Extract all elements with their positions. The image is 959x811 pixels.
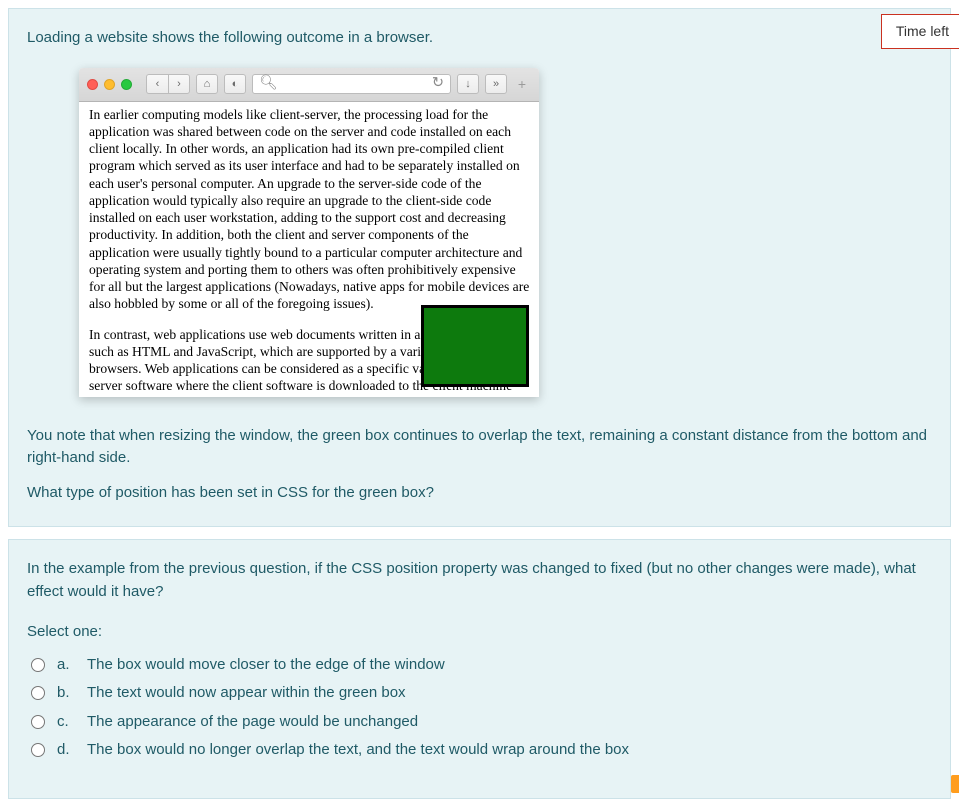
radio-c[interactable] <box>31 715 45 729</box>
browser-titlebar: ‹ › ⌂ ◐ 🔍︎ ↻ ↓ » + <box>79 68 539 102</box>
radio-d[interactable] <box>31 743 45 757</box>
select-one-label: Select one: <box>27 621 932 644</box>
home-icon: ⌂ <box>196 74 218 94</box>
answer-list: a. The box would move closer to the edge… <box>27 654 932 762</box>
question-1-intro: Loading a website shows the following ou… <box>27 27 932 50</box>
option-text: The box would no longer overlap the text… <box>87 739 629 762</box>
browser-mock: ‹ › ⌂ ◐ 🔍︎ ↻ ↓ » + In earlier computing … <box>79 68 539 397</box>
url-bar: 🔍︎ ↻ <box>252 74 451 94</box>
question-2-panel: In the example from the previous questio… <box>8 539 951 799</box>
option-letter: c. <box>57 711 75 734</box>
minimize-icon <box>104 79 115 90</box>
question-1-note-1: You note that when resizing the window, … <box>27 425 932 470</box>
question-1-panel: Loading a website shows the following ou… <box>8 8 951 527</box>
green-box <box>421 305 529 387</box>
answer-option-a[interactable]: a. The box would move closer to the edge… <box>27 654 932 677</box>
search-icon: 🔍︎ <box>259 73 277 95</box>
close-icon <box>87 79 98 90</box>
forward-icon: › <box>168 74 190 94</box>
timer-badge: Time left <box>881 14 959 49</box>
radio-a[interactable] <box>31 658 45 672</box>
option-text: The appearance of the page would be unch… <box>87 711 418 734</box>
option-letter: b. <box>57 682 75 705</box>
option-letter: d. <box>57 739 75 762</box>
flag-icon[interactable] <box>951 775 959 793</box>
answer-option-d[interactable]: d. The box would no longer overlap the t… <box>27 739 932 762</box>
nav-buttons: ‹ › <box>146 74 190 94</box>
back-icon: ‹ <box>146 74 168 94</box>
option-text: The box would move closer to the edge of… <box>87 654 445 677</box>
browser-viewport: In earlier computing models like client-… <box>79 102 539 397</box>
timer-label: Time left <box>896 23 949 39</box>
downloads-icon: ↓ <box>457 74 479 94</box>
question-2-prompt: In the example from the previous questio… <box>27 558 932 603</box>
radio-b[interactable] <box>31 686 45 700</box>
answer-option-b[interactable]: b. The text would now appear within the … <box>27 682 932 705</box>
body-para-1: In earlier computing models like client-… <box>89 106 531 313</box>
window-controls <box>87 79 132 90</box>
tabs-icon: » <box>485 74 507 94</box>
option-text: The text would now appear within the gre… <box>87 682 406 705</box>
zoom-icon <box>121 79 132 90</box>
answer-option-c[interactable]: c. The appearance of the page would be u… <box>27 711 932 734</box>
sidebar-icon: ◐ <box>224 74 246 94</box>
reload-icon: ↻ <box>432 73 444 95</box>
option-letter: a. <box>57 654 75 677</box>
new-tab-icon: + <box>513 74 531 94</box>
question-1-note-2: What type of position has been set in CS… <box>27 482 932 505</box>
